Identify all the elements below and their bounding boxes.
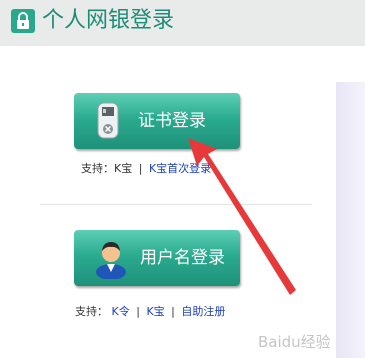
kbao-first-login-link[interactable]: K宝首次登录 (149, 162, 211, 175)
cert-support-line: 支持：K宝 | K宝首次登录 (81, 161, 211, 177)
self-register-link[interactable]: 自助注册 (181, 305, 225, 318)
user-support-line: 支持： K令 | K宝 | 自助注册 (75, 304, 225, 320)
separator: | (136, 305, 140, 318)
username-login-button[interactable]: 用户名登录 (74, 230, 240, 286)
cert-login-button[interactable]: 证书登录 (74, 93, 240, 149)
kling-link[interactable]: K令 (112, 305, 130, 318)
separator: | (171, 305, 175, 318)
user-icon (96, 242, 126, 279)
user-support-prefix: 支持： (75, 305, 108, 318)
lock-icon (11, 9, 35, 33)
usb-key-icon (97, 102, 119, 139)
separator: | (138, 162, 143, 175)
watermark: Baidu经验 (258, 333, 331, 351)
kbao-link[interactable]: K宝 (146, 305, 164, 318)
cert-support-prefix: 支持：K宝 (81, 162, 133, 175)
page-header: 个人网银登录 (0, 0, 365, 46)
page-title: 个人网银登录 (42, 8, 175, 33)
username-login-label: 用户名登录 (140, 248, 225, 268)
divider (40, 204, 312, 205)
cert-login-label: 证书登录 (138, 111, 206, 131)
side-panel (336, 82, 365, 358)
